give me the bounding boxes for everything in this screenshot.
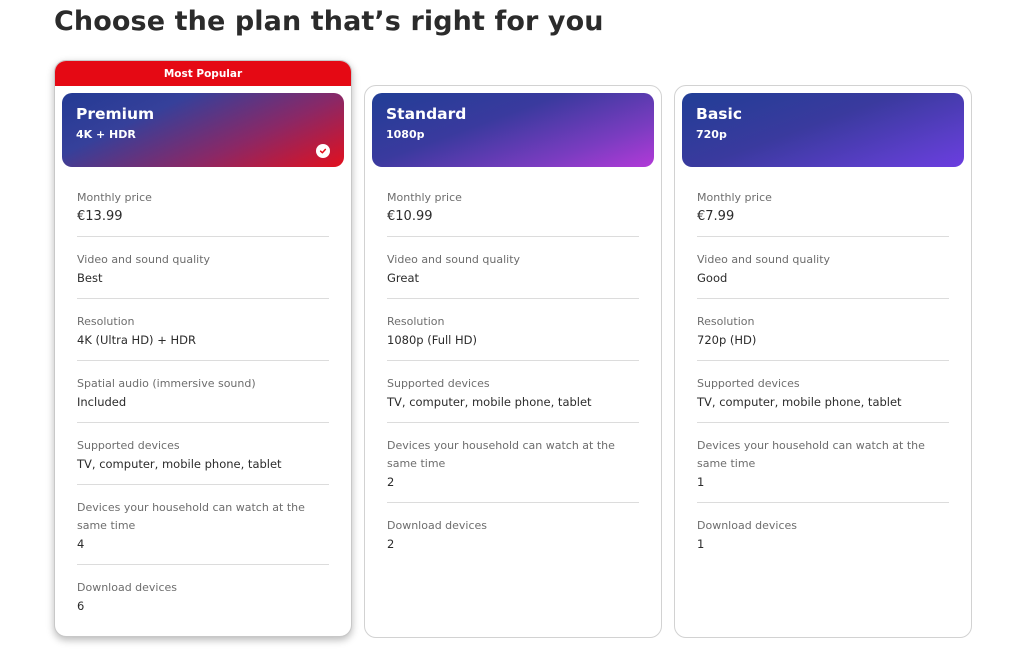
feature-label: Devices your household can watch at the …: [77, 501, 305, 532]
feature-value: TV, computer, mobile phone, tablet: [387, 395, 592, 409]
feature-item: Resolution 4K (Ultra HD) + HDR: [77, 299, 329, 361]
feature-item: Video and sound quality Great: [387, 237, 639, 299]
feature-label: Monthly price: [697, 191, 772, 204]
plan-card-standard[interactable]: Standard 1080p Monthly price €10.99 Vide…: [364, 85, 662, 638]
feature-list: Monthly price €13.99 Video and sound qua…: [55, 167, 351, 626]
feature-label: Monthly price: [387, 191, 462, 204]
feature-label: Video and sound quality: [77, 253, 211, 266]
feature-value: 4: [77, 537, 85, 551]
feature-value: Good: [697, 271, 728, 285]
feature-label: Monthly price: [77, 191, 152, 204]
feature-label: Devices your household can watch at the …: [387, 439, 615, 470]
feature-item: Resolution 720p (HD): [697, 299, 949, 361]
feature-label: Devices your household can watch at the …: [697, 439, 925, 470]
feature-value: 720p (HD): [697, 333, 757, 347]
feature-label: Supported devices: [387, 377, 490, 390]
feature-item: Download devices 2: [387, 503, 639, 564]
feature-list: Monthly price €7.99 Video and sound qual…: [675, 167, 971, 564]
feature-item: Monthly price €13.99: [77, 175, 329, 237]
plan-resolution: 4K + HDR: [76, 128, 136, 141]
feature-label: Spatial audio (immersive sound): [77, 377, 256, 390]
feature-label: Download devices: [387, 519, 488, 532]
feature-item: Devices your household can watch at the …: [387, 423, 639, 503]
plan-header-basic[interactable]: Basic 720p: [682, 93, 964, 167]
feature-item: Supported devices TV, computer, mobile p…: [77, 423, 329, 485]
monthly-price: €7.99: [697, 209, 735, 224]
plan-name: Standard: [386, 105, 467, 123]
feature-item: Video and sound quality Best: [77, 237, 329, 299]
feature-value: 2: [387, 475, 395, 489]
plan-header-premium[interactable]: Premium 4K + HDR: [62, 93, 344, 167]
feature-label: Video and sound quality: [697, 253, 831, 266]
feature-value: Great: [387, 271, 420, 285]
feature-item: Video and sound quality Good: [697, 237, 949, 299]
page-title: Choose the plan that’s right for you: [54, 6, 604, 37]
feature-list: Monthly price €10.99 Video and sound qua…: [365, 167, 661, 564]
feature-value: TV, computer, mobile phone, tablet: [77, 457, 282, 471]
feature-item: Download devices 6: [77, 565, 329, 626]
feature-label: Resolution: [387, 315, 445, 328]
feature-label: Download devices: [77, 581, 178, 594]
plan-name: Premium: [76, 105, 155, 123]
plan-name: Basic: [696, 105, 743, 123]
feature-value: 1: [697, 475, 705, 489]
feature-value: TV, computer, mobile phone, tablet: [697, 395, 902, 409]
feature-value: 2: [387, 537, 395, 551]
feature-item: Supported devices TV, computer, mobile p…: [387, 361, 639, 423]
feature-value: 1080p (Full HD): [387, 333, 478, 347]
feature-label: Resolution: [697, 315, 755, 328]
feature-label: Video and sound quality: [387, 253, 521, 266]
plan-card-basic[interactable]: Basic 720p Monthly price €7.99 Video and…: [674, 85, 972, 638]
feature-item: Download devices 1: [697, 503, 949, 564]
feature-item: Monthly price €10.99: [387, 175, 639, 237]
feature-item: Resolution 1080p (Full HD): [387, 299, 639, 361]
feature-value: Best: [77, 271, 103, 285]
feature-label: Download devices: [697, 519, 798, 532]
feature-item: Devices your household can watch at the …: [77, 485, 329, 565]
feature-label: Resolution: [77, 315, 135, 328]
feature-value: 4K (Ultra HD) + HDR: [77, 333, 196, 347]
plan-resolution: 1080p: [386, 128, 425, 141]
feature-value: Included: [77, 395, 127, 409]
plan-card-premium[interactable]: Most Popular Premium 4K + HDR Monthly pr…: [54, 60, 352, 637]
plan-header-standard[interactable]: Standard 1080p: [372, 93, 654, 167]
most-popular-badge: Most Popular: [55, 61, 351, 86]
monthly-price: €10.99: [387, 209, 433, 224]
monthly-price: €13.99: [77, 209, 123, 224]
feature-label: Supported devices: [77, 439, 180, 452]
check-circle-icon: [316, 144, 330, 158]
feature-item: Devices your household can watch at the …: [697, 423, 949, 503]
feature-value: 1: [697, 537, 705, 551]
feature-label: Supported devices: [697, 377, 800, 390]
feature-item: Spatial audio (immersive sound) Included: [77, 361, 329, 423]
feature-item: Monthly price €7.99: [697, 175, 949, 237]
plan-list: Most Popular Premium 4K + HDR Monthly pr…: [54, 60, 974, 640]
feature-item: Supported devices TV, computer, mobile p…: [697, 361, 949, 423]
plan-resolution: 720p: [696, 128, 727, 141]
feature-value: 6: [77, 599, 85, 613]
